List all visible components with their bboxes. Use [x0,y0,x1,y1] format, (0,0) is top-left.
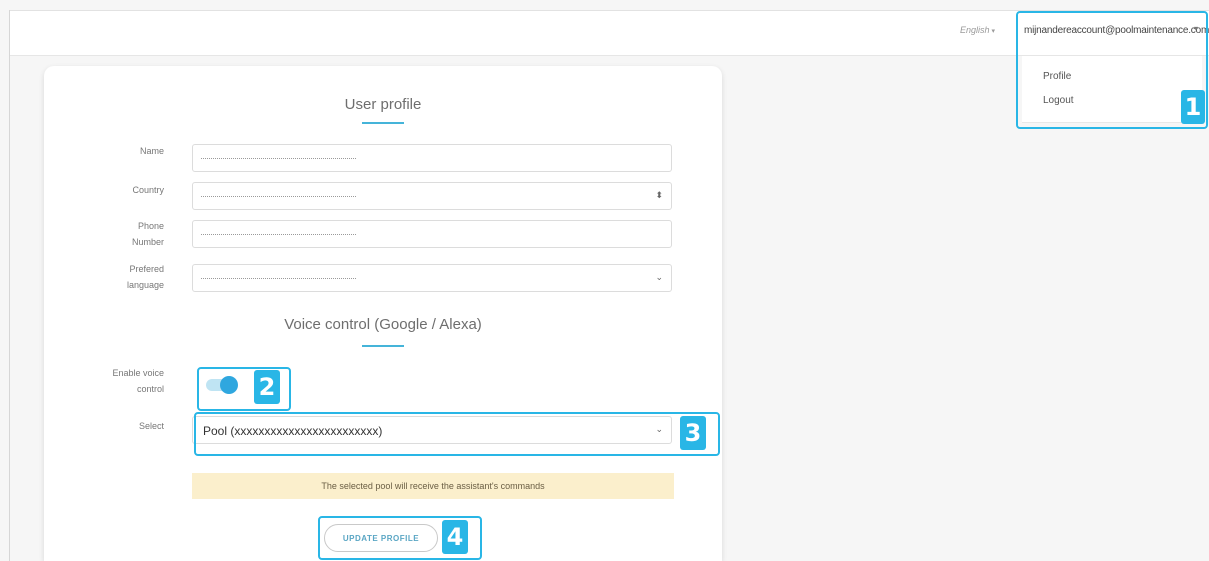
user-profile-title: User profile [344,96,422,113]
country-select[interactable]: ⬍ [192,182,672,210]
placeholder-line [201,278,356,279]
highlight-account-menu [1016,11,1208,129]
select-label: Select [138,421,164,431]
phone-number-input[interactable] [192,220,672,248]
country-label: Country [132,185,164,195]
page: English ▾ mijnandereaccount@poolmaintenan… [0,0,1209,561]
enable-voice-label: Enable voice control [84,365,164,397]
chevron-down-icon: ⌄ [655,272,663,282]
voice-notice-banner: The selected pool will receive the assis… [192,473,674,499]
prefered-language-label-line2: language [126,280,164,290]
prefered-language-label-line1: Prefered [129,264,164,274]
language-label: English [960,25,990,35]
highlight-pool-select [194,412,720,456]
user-profile-card: User profile Name Country ⬍ Phone Number… [44,66,722,561]
phone-label-line2: Number [131,237,164,247]
enable-voice-label-line2: control [136,384,164,394]
step-badge-1: 1 [1181,90,1205,124]
language-selector[interactable]: English ▾ [960,25,995,35]
window-left-border [9,10,10,561]
step-badge-3: 3 [680,416,706,450]
placeholder-line [201,158,356,159]
phone-label-line1: Phone [137,221,164,231]
title-underline [362,345,404,347]
name-label: Name [139,146,164,156]
placeholder-line [201,234,356,235]
updown-arrows-icon: ⬍ [655,190,663,200]
enable-voice-label-line1: Enable voice [112,368,164,378]
prefered-language-select[interactable]: ⌄ [192,264,672,292]
chevron-down-icon: ▾ [991,28,996,35]
prefered-language-label: Prefered language [84,261,164,293]
step-badge-4: 4 [442,520,468,554]
step-badge-2: 2 [254,370,280,404]
name-input[interactable] [192,144,672,172]
title-underline [362,122,404,124]
voice-control-title: Voice control (Google / Alexa) [284,316,482,333]
placeholder-line [201,196,356,197]
phone-label: Phone Number [84,218,164,250]
